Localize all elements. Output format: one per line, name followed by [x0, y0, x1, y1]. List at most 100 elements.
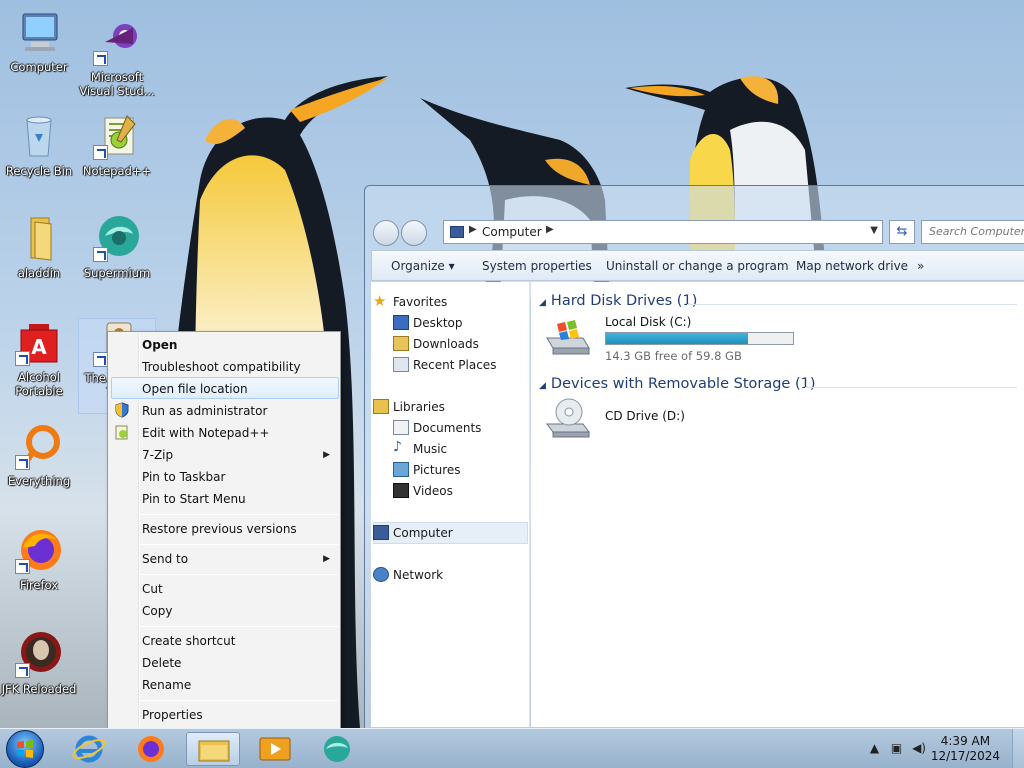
firefox-icon [15, 526, 63, 574]
desktop-icon-label: Notepad++ [82, 164, 152, 178]
more-commands-button[interactable]: » [917, 259, 924, 273]
menu-item-copy[interactable]: Copy [142, 604, 172, 618]
jfk-icon [15, 630, 63, 678]
submenu-arrow-icon: ▶ [323, 450, 330, 460]
show-desktop-button[interactable] [1012, 729, 1024, 768]
taskbar-supermium[interactable] [310, 732, 364, 766]
nav-libraries[interactable]: Libraries [373, 399, 445, 414]
notepadpp-icon [115, 425, 128, 440]
media-player-icon [259, 737, 291, 761]
visual-studio-icon [93, 18, 141, 66]
desktop-icon-everything[interactable]: Everything [0, 422, 78, 488]
map-network-drive-button[interactable]: Map network drive [796, 259, 908, 273]
nav-music[interactable]: ♪ Music [393, 439, 447, 456]
desktop-icon-visual-studio[interactable]: Microsoft Visual Stud... [78, 18, 156, 98]
internet-explorer-icon [72, 735, 106, 763]
hard-drive-icon [546, 320, 590, 355]
menu-item-cut[interactable]: Cut [142, 582, 163, 596]
clock[interactable]: 4:39 AM 12/17/2024 [931, 734, 1000, 764]
forward-button[interactable] [401, 220, 427, 246]
libraries-icon [373, 399, 389, 414]
group-header-removable-storage[interactable]: ◢ Devices with Removable Storage (1) [539, 376, 816, 392]
context-menu: Open Troubleshoot compatibility Open fil… [107, 331, 341, 728]
breadcrumb-arrow-icon: ▶ [546, 224, 554, 235]
desktop-icon-notepadpp[interactable]: Notepad++ [78, 112, 156, 178]
recycle-bin-icon [15, 112, 63, 160]
system-properties-button[interactable]: System properties [482, 259, 592, 273]
search-input[interactable]: Search Computer [921, 220, 1024, 244]
nav-favorites[interactable]: ★ Favorites [373, 292, 447, 310]
shortcut-arrow-icon [15, 559, 30, 574]
start-button[interactable] [6, 730, 44, 768]
desktop-icon-alcohol[interactable]: A Alcohol Portable [0, 318, 78, 398]
supermium-icon [93, 214, 141, 262]
taskbar-internet-explorer[interactable] [62, 732, 116, 766]
taskbar-media-player[interactable] [248, 732, 302, 766]
desktop-icon-label: JFK Reloaded [1, 682, 77, 696]
drive-item-cd-drive-d[interactable]: CD Drive (D:) [543, 392, 743, 442]
menu-item-7zip[interactable]: 7-Zip [142, 448, 173, 462]
desktop-icon-computer[interactable]: Computer [0, 8, 78, 74]
show-hidden-icons-icon[interactable]: ▲ [870, 741, 879, 755]
nav-recent-places[interactable]: Recent Places [393, 357, 496, 372]
menu-item-send-to[interactable]: Send to [142, 552, 188, 566]
refresh-button[interactable]: ⇆ [889, 220, 915, 244]
menu-item-open[interactable]: Open [142, 338, 177, 352]
menu-item-rename[interactable]: Rename [142, 678, 191, 692]
shortcut-arrow-icon [15, 455, 30, 470]
desktop-icon-jfk[interactable]: JFK Reloaded [0, 630, 78, 696]
pictures-icon [393, 462, 409, 477]
desktop-icon-supermium[interactable]: Supermium [78, 214, 156, 280]
nav-network[interactable]: Network [373, 567, 443, 582]
desktop-icon-firefox[interactable]: Firefox [0, 526, 78, 592]
nav-computer[interactable]: Computer [373, 525, 453, 540]
clock-date: 12/17/2024 [930, 749, 1000, 763]
group-divider [805, 387, 1017, 388]
desktop-icon-label: aladdin [17, 266, 61, 280]
nav-downloads[interactable]: Downloads [393, 336, 479, 351]
menu-item-troubleshoot-compatibility[interactable]: Troubleshoot compatibility [142, 360, 301, 374]
videos-icon [393, 483, 409, 498]
network-icon [373, 567, 389, 582]
menu-item-run-as-administrator[interactable]: Run as administrator [142, 404, 267, 418]
desktop-icon [393, 315, 409, 330]
drive-item-local-disk-c[interactable]: Local Disk (C:) 14.3 GB free of 59.8 GB [543, 312, 803, 363]
breadcrumb-computer[interactable]: Computer [482, 225, 542, 239]
documents-icon [393, 420, 409, 435]
star-icon: ★ [373, 292, 387, 310]
desktop-icon-label: Supermium [83, 266, 151, 280]
nav-desktop[interactable]: Desktop [393, 315, 463, 330]
uninstall-program-button[interactable]: Uninstall or change a program [606, 259, 789, 273]
desktop-icon-recycle-bin[interactable]: Recycle Bin [0, 112, 78, 178]
group-header-hard-disk-drives[interactable]: ◢ Hard Disk Drives (1) [539, 293, 697, 309]
taskbar-explorer[interactable] [186, 732, 240, 766]
menu-item-properties[interactable]: Properties [142, 708, 203, 722]
address-dropdown-icon[interactable]: ▼ [870, 225, 878, 236]
everything-icon [15, 422, 63, 470]
address-bar[interactable]: ▶ Computer ▶ ▼ [443, 220, 883, 244]
nav-videos[interactable]: Videos [393, 483, 453, 498]
recent-places-icon [393, 357, 409, 372]
system-tray: ▲ ▣ ◀) [870, 741, 926, 755]
desktop-icon-aladdin[interactable]: aladdin [0, 214, 78, 280]
volume-icon[interactable]: ◀) [912, 741, 926, 755]
menu-separator [139, 700, 338, 701]
menu-item-open-file-location[interactable]: Open file location [142, 382, 248, 396]
back-button[interactable] [373, 220, 399, 246]
menu-item-pin-to-start-menu[interactable]: Pin to Start Menu [142, 492, 246, 506]
organize-button[interactable]: Organize ▾ [391, 259, 455, 273]
menu-item-pin-to-taskbar[interactable]: Pin to Taskbar [142, 470, 225, 484]
taskbar-firefox[interactable] [124, 732, 178, 766]
nav-pictures[interactable]: Pictures [393, 462, 461, 477]
desktop-icon-label: Alcohol Portable [15, 370, 63, 398]
menu-item-create-shortcut[interactable]: Create shortcut [142, 634, 235, 648]
nav-documents[interactable]: Documents [393, 420, 481, 435]
network-status-icon[interactable]: ▣ [891, 741, 902, 755]
menu-item-restore-previous-versions[interactable]: Restore previous versions [142, 522, 297, 536]
breadcrumb-arrow-icon: ▶ [469, 224, 477, 235]
supermium-icon [324, 736, 350, 762]
menu-item-edit-with-notepadpp[interactable]: Edit with Notepad++ [142, 426, 269, 440]
menu-item-delete[interactable]: Delete [142, 656, 181, 670]
collapse-arrow-icon: ◢ [539, 381, 546, 391]
menu-separator [139, 544, 338, 545]
